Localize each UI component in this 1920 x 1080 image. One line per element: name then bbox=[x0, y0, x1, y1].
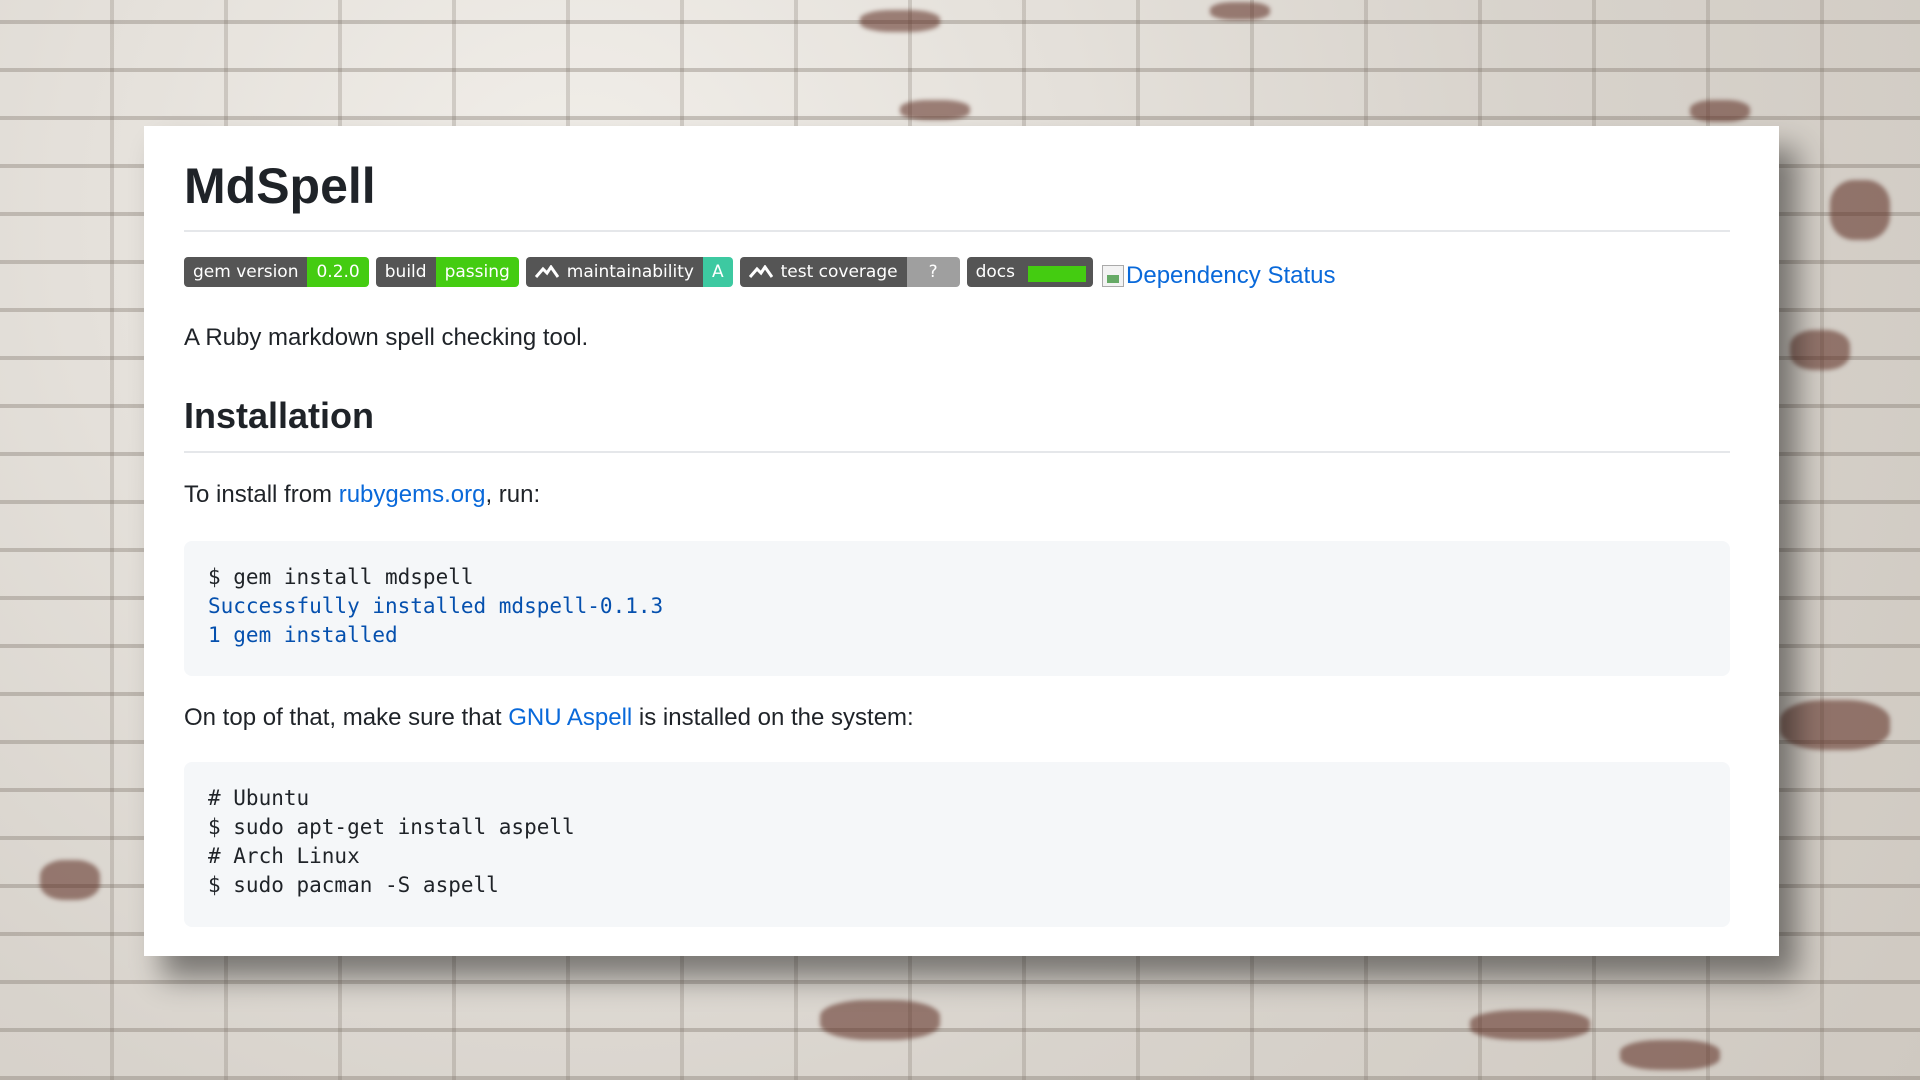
aspell-instructions: On top of that, make sure that GNU Aspel… bbox=[184, 704, 1730, 732]
readme-card: MdSpell gem version 0.2.0 build passing … bbox=[144, 126, 1779, 956]
badge-value: ? bbox=[906, 257, 960, 287]
wall-stain bbox=[820, 1000, 940, 1040]
codeclimate-icon bbox=[748, 265, 773, 278]
code-output-line: 1 gem installed bbox=[208, 623, 398, 648]
page-title: MdSpell bbox=[184, 156, 1730, 232]
description: A Ruby markdown spell checking tool. bbox=[184, 324, 589, 351]
dependency-status-alt-text: Dependency Status bbox=[1126, 262, 1336, 289]
badge-value: 0.2.0 bbox=[307, 257, 369, 287]
code-line: # Ubuntu bbox=[208, 786, 310, 811]
install-text: To install from bbox=[184, 481, 339, 509]
dependency-status-badge[interactable]: Dependency Status bbox=[1102, 262, 1336, 290]
install-code-block: $ gem install mdspell Successfully instal… bbox=[184, 541, 1730, 677]
code-line: $ sudo pacman -S aspell bbox=[208, 873, 499, 898]
maintainability-badge[interactable]: maintainability A bbox=[525, 257, 733, 287]
wall-stain bbox=[1780, 700, 1890, 750]
wall-stain bbox=[1830, 180, 1890, 240]
badge-label: build bbox=[375, 257, 436, 287]
broken-image-icon bbox=[1102, 265, 1125, 287]
badge-label: docs bbox=[975, 262, 1016, 282]
gem-version-badge[interactable]: gem version 0.2.0 bbox=[184, 257, 369, 287]
badge-label: gem version bbox=[184, 257, 308, 287]
test-coverage-badge[interactable]: test coverage ? bbox=[739, 257, 960, 287]
rubygems-link[interactable]: rubygems.org bbox=[339, 481, 486, 508]
aspell-code-block: # Ubuntu $ sudo apt-get install aspell # A… bbox=[184, 762, 1730, 928]
codeclimate-icon bbox=[534, 265, 559, 278]
wall-stain bbox=[1470, 1010, 1590, 1040]
aspell-text: On top of that, make sure that bbox=[184, 704, 509, 732]
wall-stain bbox=[1790, 330, 1850, 370]
wall-stain bbox=[1620, 1040, 1720, 1070]
gnu-aspell-link[interactable]: GNU Aspell bbox=[508, 704, 632, 731]
install-instructions: To install from rubygems.org, run: bbox=[184, 481, 1730, 509]
badge-label: maintainability bbox=[566, 262, 694, 282]
build-status-badge[interactable]: build passing bbox=[375, 257, 519, 287]
wall-stain bbox=[1690, 100, 1750, 122]
wall-stain bbox=[40, 860, 100, 900]
badge-label: test coverage bbox=[780, 262, 898, 282]
wall-stain bbox=[900, 100, 970, 120]
wall-stain bbox=[1210, 2, 1270, 20]
badge-row: gem version 0.2.0 build passing maintain… bbox=[184, 256, 1730, 290]
docs-progress-bar bbox=[1025, 263, 1090, 285]
code-line: $ sudo apt-get install aspell bbox=[208, 815, 575, 840]
wall-stain bbox=[860, 10, 940, 32]
badge-value: A bbox=[702, 257, 733, 287]
badge-value: passing bbox=[435, 257, 519, 287]
code-line: $ gem install mdspell bbox=[208, 565, 474, 590]
code-output-line: Successfully installed mdspell-0.1.3 bbox=[208, 594, 664, 619]
code-line: # Arch Linux bbox=[208, 844, 360, 869]
aspell-text-suffix: is installed on the system: bbox=[632, 704, 914, 732]
install-text-suffix: , run: bbox=[485, 481, 541, 509]
docs-badge[interactable]: docs bbox=[966, 257, 1094, 287]
installation-heading: Installation bbox=[184, 394, 1730, 454]
